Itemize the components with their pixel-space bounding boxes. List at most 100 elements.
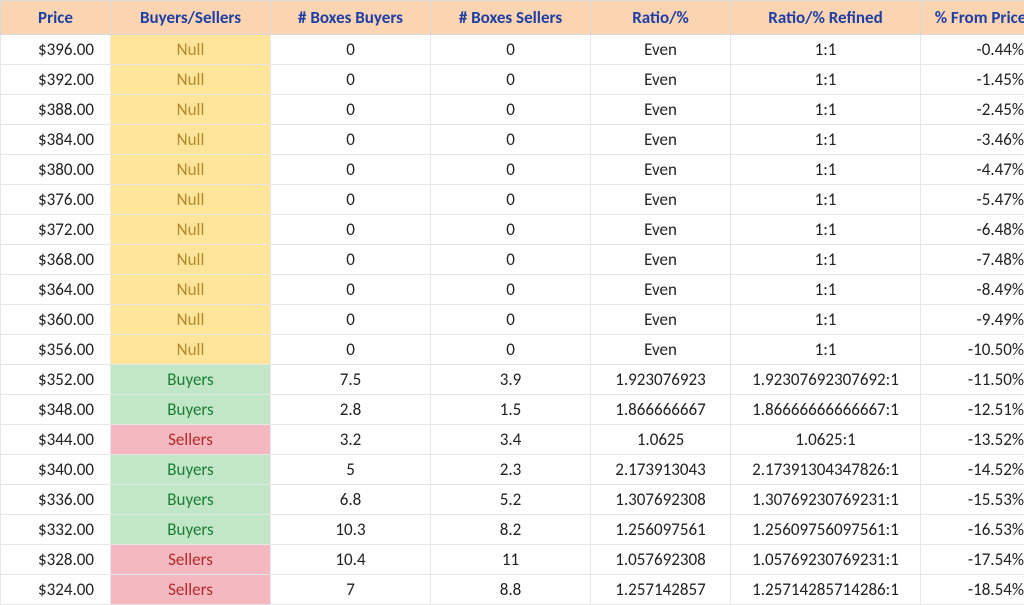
cell-pct-from-price: -9.49% <box>921 305 1024 335</box>
cell-pct-from-price: -4.47% <box>921 155 1024 185</box>
cell-boxes-sellers: 11 <box>431 545 591 575</box>
cell-ratio-refined: 1:1 <box>731 305 921 335</box>
cell-price: $324.00 <box>1 575 111 605</box>
cell-buyers-sellers: Null <box>111 275 271 305</box>
cell-price: $372.00 <box>1 215 111 245</box>
cell-boxes-buyers: 5 <box>271 455 431 485</box>
cell-price: $336.00 <box>1 485 111 515</box>
cell-boxes-buyers: 0 <box>271 65 431 95</box>
cell-boxes-sellers: 5.2 <box>431 485 591 515</box>
cell-ratio-refined: 2.17391304347826:1 <box>731 455 921 485</box>
table-header-row: Price Buyers/Sellers # Boxes Buyers # Bo… <box>1 1 1024 35</box>
cell-ratio: Even <box>591 275 731 305</box>
cell-price: $384.00 <box>1 125 111 155</box>
cell-buyers-sellers: Null <box>111 245 271 275</box>
cell-ratio-refined: 1:1 <box>731 125 921 155</box>
header-ratio: Ratio/% <box>591 1 731 35</box>
cell-price: $380.00 <box>1 155 111 185</box>
cell-ratio-refined: 1.0625:1 <box>731 425 921 455</box>
cell-ratio-refined: 1.86666666666667:1 <box>731 395 921 425</box>
cell-ratio-refined: 1:1 <box>731 335 921 365</box>
table-row: $380.00Null00Even1:1-4.47% <box>1 155 1024 185</box>
cell-boxes-sellers: 0 <box>431 305 591 335</box>
cell-ratio-refined: 1.25609756097561:1 <box>731 515 921 545</box>
cell-boxes-buyers: 0 <box>271 95 431 125</box>
cell-price: $376.00 <box>1 185 111 215</box>
cell-boxes-sellers: 0 <box>431 95 591 125</box>
cell-buyers-sellers: Sellers <box>111 545 271 575</box>
cell-pct-from-price: -11.50% <box>921 365 1024 395</box>
cell-ratio-refined: 1.25714285714286:1 <box>731 575 921 605</box>
cell-ratio-refined: 1:1 <box>731 215 921 245</box>
cell-buyers-sellers: Buyers <box>111 515 271 545</box>
cell-price: $344.00 <box>1 425 111 455</box>
cell-price: $388.00 <box>1 95 111 125</box>
table-row: $356.00Null00Even1:1-10.50% <box>1 335 1024 365</box>
cell-boxes-buyers: 0 <box>271 185 431 215</box>
cell-ratio: 1.257142857 <box>591 575 731 605</box>
cell-ratio-refined: 1:1 <box>731 95 921 125</box>
cell-ratio: Even <box>591 305 731 335</box>
cell-ratio-refined: 1:1 <box>731 35 921 65</box>
cell-boxes-buyers: 0 <box>271 245 431 275</box>
cell-buyers-sellers: Null <box>111 65 271 95</box>
cell-pct-from-price: -18.54% <box>921 575 1024 605</box>
cell-price: $328.00 <box>1 545 111 575</box>
table-row: $352.00Buyers7.53.91.9230769231.92307692… <box>1 365 1024 395</box>
cell-ratio: 1.057692308 <box>591 545 731 575</box>
cell-ratio-refined: 1.92307692307692:1 <box>731 365 921 395</box>
header-buyers-sellers: Buyers/Sellers <box>111 1 271 35</box>
cell-pct-from-price: -14.52% <box>921 455 1024 485</box>
cell-price: $360.00 <box>1 305 111 335</box>
table-row: $360.00Null00Even1:1-9.49% <box>1 305 1024 335</box>
cell-buyers-sellers: Null <box>111 215 271 245</box>
cell-buyers-sellers: Buyers <box>111 395 271 425</box>
table-row: $368.00Null00Even1:1-7.48% <box>1 245 1024 275</box>
cell-pct-from-price: -0.44% <box>921 35 1024 65</box>
cell-boxes-sellers: 8.8 <box>431 575 591 605</box>
table-row: $332.00Buyers10.38.21.2560975611.2560975… <box>1 515 1024 545</box>
cell-boxes-sellers: 2.3 <box>431 455 591 485</box>
cell-pct-from-price: -6.48% <box>921 215 1024 245</box>
cell-pct-from-price: -10.50% <box>921 335 1024 365</box>
cell-ratio: 1.307692308 <box>591 485 731 515</box>
cell-price: $396.00 <box>1 35 111 65</box>
cell-boxes-sellers: 3.9 <box>431 365 591 395</box>
cell-buyers-sellers: Buyers <box>111 485 271 515</box>
cell-boxes-sellers: 0 <box>431 335 591 365</box>
cell-price: $332.00 <box>1 515 111 545</box>
header-pct-from-price: % From Price <box>921 1 1024 35</box>
cell-pct-from-price: -15.53% <box>921 485 1024 515</box>
cell-price: $392.00 <box>1 65 111 95</box>
cell-ratio: Even <box>591 125 731 155</box>
cell-ratio: 1.866666667 <box>591 395 731 425</box>
header-boxes-buyers: # Boxes Buyers <box>271 1 431 35</box>
cell-ratio-refined: 1.05769230769231:1 <box>731 545 921 575</box>
cell-boxes-sellers: 0 <box>431 155 591 185</box>
cell-boxes-sellers: 1.5 <box>431 395 591 425</box>
cell-boxes-buyers: 0 <box>271 35 431 65</box>
cell-price: $356.00 <box>1 335 111 365</box>
price-ratio-table: Price Buyers/Sellers # Boxes Buyers # Bo… <box>0 0 1024 605</box>
cell-buyers-sellers: Null <box>111 155 271 185</box>
cell-buyers-sellers: Null <box>111 335 271 365</box>
cell-ratio-refined: 1:1 <box>731 185 921 215</box>
cell-buyers-sellers: Null <box>111 95 271 125</box>
table-row: $340.00Buyers52.32.1739130432.1739130434… <box>1 455 1024 485</box>
table-row: $372.00Null00Even1:1-6.48% <box>1 215 1024 245</box>
cell-boxes-buyers: 0 <box>271 305 431 335</box>
table-row: $328.00Sellers10.4111.0576923081.0576923… <box>1 545 1024 575</box>
cell-boxes-sellers: 0 <box>431 275 591 305</box>
cell-ratio-refined: 1:1 <box>731 155 921 185</box>
cell-pct-from-price: -5.47% <box>921 185 1024 215</box>
cell-price: $348.00 <box>1 395 111 425</box>
cell-price: $352.00 <box>1 365 111 395</box>
cell-buyers-sellers: Null <box>111 125 271 155</box>
cell-ratio-refined: 1:1 <box>731 275 921 305</box>
cell-buyers-sellers: Buyers <box>111 365 271 395</box>
cell-ratio: Even <box>591 65 731 95</box>
cell-pct-from-price: -16.53% <box>921 515 1024 545</box>
cell-ratio: Even <box>591 35 731 65</box>
cell-boxes-sellers: 0 <box>431 125 591 155</box>
cell-buyers-sellers: Null <box>111 35 271 65</box>
